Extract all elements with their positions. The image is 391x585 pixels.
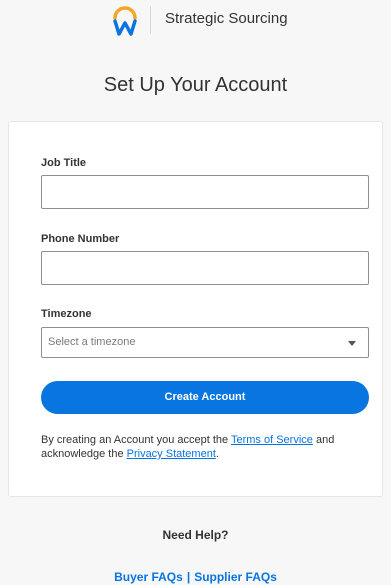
phone-number-input[interactable]	[41, 251, 369, 285]
brand-name: Strategic Sourcing	[165, 10, 288, 27]
legal-notice: By creating an Account you accept the Te…	[41, 433, 373, 461]
chevron-down-icon	[348, 341, 356, 346]
need-help-heading: Need Help?	[162, 528, 229, 542]
timezone-select[interactable]: Select a timezone	[41, 327, 369, 358]
job-title-label: Job Title	[41, 157, 87, 169]
header-divider	[150, 6, 151, 34]
faq-separator: |	[186, 570, 191, 584]
privacy-statement-link[interactable]: Privacy Statement	[127, 448, 216, 460]
supplier-faqs-link[interactable]: Supplier FAQs	[194, 570, 277, 584]
phone-number-label: Phone Number	[41, 233, 120, 245]
page-title: Set Up Your Account	[103, 74, 288, 96]
create-account-button[interactable]: Create Account	[41, 381, 369, 414]
legal-text-before: By creating an Account you accept the	[41, 434, 231, 446]
faq-links: Buyer FAQs | Supplier FAQs	[0, 570, 391, 584]
timezone-label: Timezone	[41, 308, 92, 320]
buyer-faqs-link[interactable]: Buyer FAQs	[114, 570, 183, 584]
job-title-input[interactable]	[41, 175, 369, 209]
workday-logo-icon	[113, 6, 137, 36]
legal-text-after: .	[215, 448, 219, 460]
terms-of-service-link[interactable]: Terms of Service	[231, 434, 313, 446]
header: Strategic Sourcing	[0, 0, 391, 42]
timezone-placeholder: Select a timezone	[48, 336, 136, 348]
